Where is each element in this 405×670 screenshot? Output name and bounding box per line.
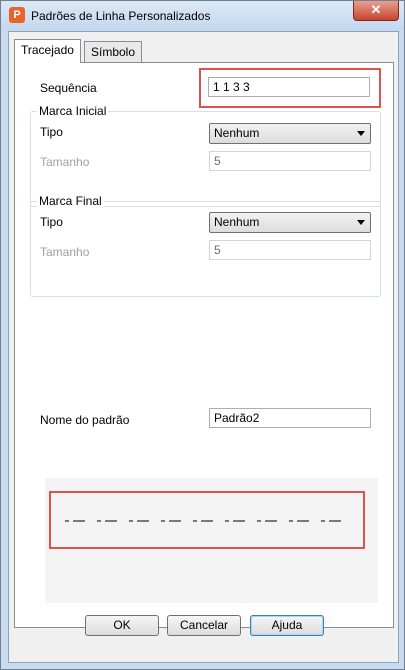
close-button[interactable]: ✕	[353, 1, 399, 21]
window-title: Padrões de Linha Personalizados	[31, 9, 211, 23]
cancel-button[interactable]: Cancelar	[167, 615, 241, 636]
tab-tracejado[interactable]: Tracejado	[14, 39, 81, 63]
dialog-window: P Padrões de Linha Personalizados ✕ Trac…	[0, 0, 405, 670]
tab-panel-tracejado: Sequência 1 1 3 3 Marca Inicial Tipo Nen…	[14, 62, 394, 628]
tab-simbolo[interactable]: Símbolo	[84, 41, 143, 63]
help-button[interactable]: Ajuda	[250, 615, 324, 636]
ok-button[interactable]: OK	[85, 615, 159, 636]
title-bar[interactable]: P Padrões de Linha Personalizados ✕	[1, 1, 404, 31]
app-icon: P	[9, 7, 25, 23]
preview-highlight	[49, 491, 365, 549]
dialog-body: Tracejado Símbolo Sequência 1 1 3 3 Marc…	[8, 31, 399, 663]
